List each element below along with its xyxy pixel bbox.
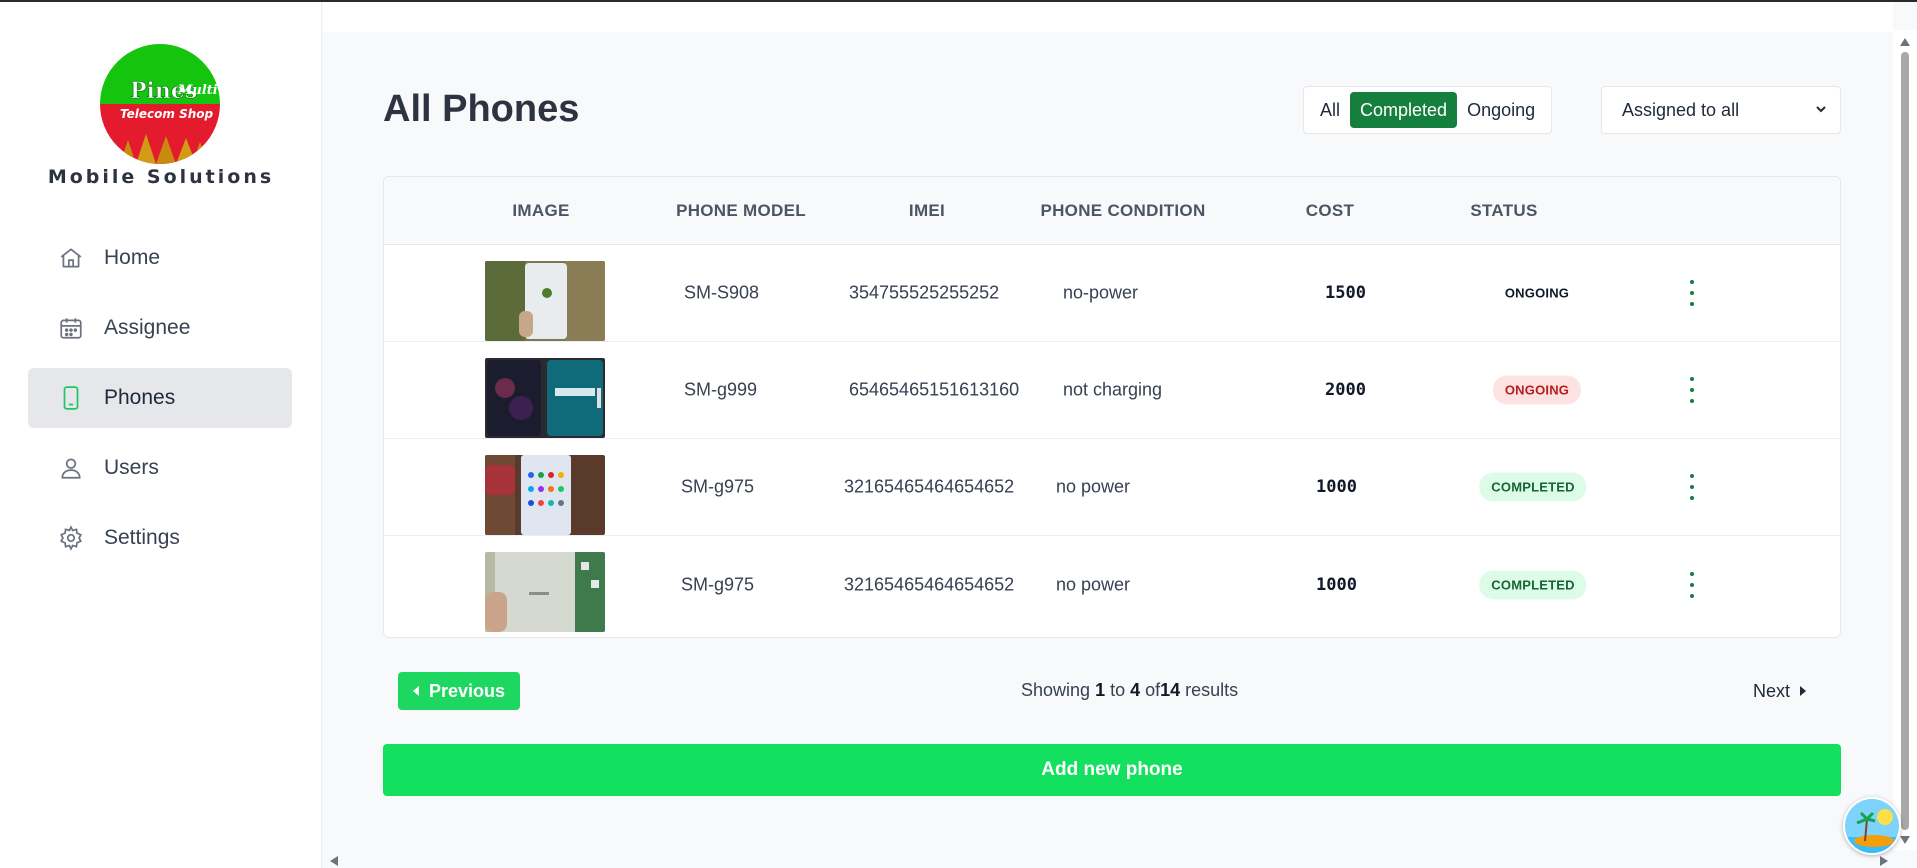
status-badge: ONGOING	[1492, 375, 1582, 405]
scroll-left-icon[interactable]	[330, 856, 338, 866]
phone-condition: no power	[1056, 476, 1131, 497]
imei: 354755525255252	[849, 282, 1000, 303]
gear-icon	[58, 525, 84, 551]
sidebar-item-phones[interactable]: Phones	[28, 368, 292, 428]
brand-name: Mobile Solutions	[47, 166, 275, 188]
filter-all-button[interactable]: All	[1310, 92, 1350, 128]
scroll-right-icon[interactable]	[1880, 856, 1888, 866]
column-header-phone-condition: PHONE CONDITION	[1040, 201, 1206, 220]
calendar-icon	[58, 315, 84, 341]
sidebar-item-label: Phones	[104, 386, 176, 409]
sidebar-nav: Home Assignee Phones Users Settings	[28, 228, 292, 578]
row-menu-icon[interactable]	[1682, 474, 1702, 500]
status-badge: COMPLETED	[1479, 570, 1587, 599]
vertical-scrollbar[interactable]	[1893, 30, 1917, 850]
user-icon	[58, 455, 84, 481]
phone-condition: no power	[1056, 574, 1131, 594]
phone-image[interactable]	[485, 261, 605, 341]
table-row[interactable]: SM-g975 32165465464654652 no power 1000 …	[384, 536, 1840, 633]
caret-right-icon	[1800, 686, 1807, 696]
sidebar-item-settings[interactable]: Settings	[28, 508, 292, 568]
cost: 1000	[1316, 574, 1357, 595]
pagination-summary: Showing 1 to 4 of14 results	[1021, 680, 1238, 701]
sidebar-item-assignee[interactable]: Assignee	[28, 298, 292, 358]
column-header-image: IMAGE	[512, 201, 570, 220]
svg-text:Multi: Multi	[177, 83, 218, 98]
assignee-select-value: Assigned to all	[1622, 99, 1740, 120]
row-menu-icon[interactable]	[1682, 571, 1702, 598]
status-badge: COMPLETED	[1479, 472, 1587, 502]
phone-model: SM-g975	[681, 574, 755, 594]
row-menu-icon[interactable]	[1682, 280, 1702, 306]
phone-image[interactable]	[485, 455, 605, 535]
to-word: to	[1105, 680, 1131, 700]
column-header-imei: IMEI	[908, 201, 946, 220]
sidebar-item-label: Assignee	[104, 316, 191, 339]
results-suffix: results	[1180, 680, 1239, 700]
next-label: Next	[1753, 680, 1791, 701]
chevron-down-icon	[1814, 100, 1828, 121]
scroll-down-icon[interactable]	[1900, 836, 1910, 844]
imei: 32165465464654652	[844, 476, 1015, 497]
next-page-button[interactable]: Next	[1753, 672, 1807, 710]
column-header-status: STATUS	[1470, 201, 1538, 220]
caret-left-icon	[412, 686, 419, 696]
floating-assistant-icon[interactable]	[1843, 797, 1901, 855]
status-filter-group: All Completed Ongoing	[1303, 86, 1553, 134]
sidebar-item-label: Users	[104, 456, 159, 479]
page-title: All Phones	[383, 88, 580, 130]
previous-page-button[interactable]: Previous	[398, 672, 520, 710]
of-word: of	[1140, 680, 1161, 700]
table-header: IMAGE PHONE MODEL IMEI PHONE CONDITION C…	[384, 177, 1840, 245]
status-badge: ONGOING	[1504, 285, 1570, 301]
phone-model: SM-S908	[684, 282, 760, 303]
main-content: All Phones All Completed Ongoing Assigne…	[323, 2, 1893, 868]
phones-table: IMAGE PHONE MODEL IMEI PHONE CONDITION C…	[383, 176, 1841, 638]
showing-prefix: Showing	[1021, 680, 1096, 700]
top-band	[323, 2, 1893, 32]
phone-condition: no-power	[1063, 282, 1139, 303]
phone-model: SM-g999	[684, 379, 758, 400]
phone-condition: not charging	[1063, 379, 1163, 400]
previous-label: Previous	[428, 680, 506, 701]
filter-completed-button[interactable]: Completed	[1350, 92, 1458, 128]
brand-logo: Pines Multi Telecom Shop	[100, 44, 220, 164]
cost: 2000	[1325, 380, 1366, 400]
phone-image[interactable]	[485, 358, 605, 438]
imei: 32165465464654652	[844, 574, 1015, 594]
assignee-select[interactable]: Assigned to all	[1601, 86, 1841, 134]
sidebar: Pines Multi Telecom Shop Mobile Solution…	[0, 2, 322, 868]
phone-model: SM-g975	[681, 476, 755, 497]
cost: 1500	[1325, 283, 1366, 303]
table-row[interactable]: SM-S908 354755525255252 no-power 1500 ON…	[384, 245, 1840, 342]
sidebar-item-label: Settings	[104, 526, 180, 549]
cost: 1000	[1316, 477, 1357, 497]
svg-text:Telecom Shop: Telecom Shop	[120, 107, 213, 121]
sidebar-item-label: Home	[104, 246, 161, 269]
scrollbar-thumb[interactable]	[1901, 52, 1909, 830]
add-new-phone-button[interactable]: Add new phone	[383, 744, 1841, 796]
column-header-phone-model: PHONE MODEL	[676, 201, 806, 220]
filter-ongoing-button[interactable]: Ongoing	[1457, 92, 1545, 128]
scroll-up-icon[interactable]	[1900, 38, 1910, 46]
total-count: 14	[1160, 680, 1181, 700]
phone-icon	[58, 385, 84, 411]
imei: 65465465151613160	[849, 379, 1020, 400]
sidebar-item-users[interactable]: Users	[28, 438, 292, 498]
sidebar-item-home[interactable]: Home	[28, 228, 292, 288]
home-icon	[58, 245, 84, 271]
column-header-cost: COST	[1305, 201, 1355, 220]
table-row[interactable]: SM-g999 65465465151613160 not charging 2…	[384, 342, 1840, 439]
phone-image[interactable]	[485, 552, 605, 632]
range-to: 4	[1130, 680, 1141, 700]
range-from: 1	[1095, 680, 1106, 700]
table-row[interactable]: SM-g975 32165465464654652 no power 1000 …	[384, 439, 1840, 536]
row-menu-icon[interactable]	[1682, 377, 1702, 403]
